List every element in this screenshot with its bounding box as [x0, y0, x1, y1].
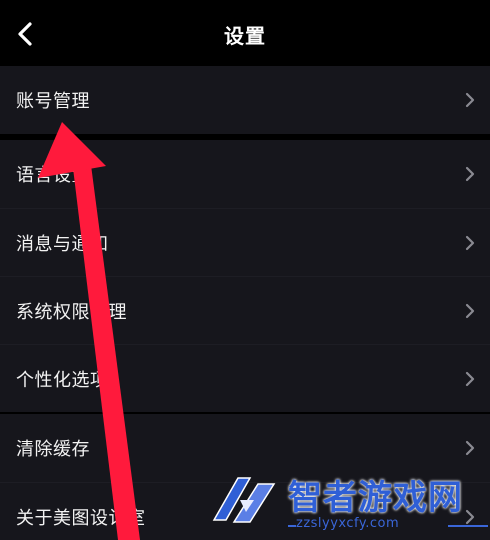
row-label: 系统权限管理 — [16, 301, 127, 323]
settings-section-general: 语言设置 消息与通知 系统权限管理 个性化选项 — [0, 140, 490, 412]
watermark: 智者游戏网 zzslyyxcfy.com — [210, 468, 490, 540]
page-title: 设置 — [224, 24, 266, 48]
settings-row-account-management[interactable]: 账号管理 — [0, 66, 490, 134]
row-label: 消息与通知 — [16, 233, 109, 255]
settings-screen: 设置 账号管理 语言设置 消息与通知 系统权限管理 个性化选项 清除缓存 关于美… — [0, 0, 490, 540]
settings-row-system-permissions[interactable]: 系统权限管理 — [0, 276, 490, 344]
chevron-right-icon — [465, 303, 475, 318]
chevron-right-icon — [465, 371, 475, 386]
watermark-line-right — [448, 525, 488, 527]
settings-row-personalization[interactable]: 个性化选项 — [0, 344, 490, 412]
row-label: 语言设置 — [16, 165, 90, 186]
settings-section-account: 账号管理 — [0, 66, 490, 134]
row-label: 个性化选项 — [16, 369, 109, 391]
chevron-right-icon — [465, 440, 475, 456]
chevron-right-icon — [465, 166, 475, 182]
settings-row-notifications[interactable]: 消息与通知 — [0, 208, 490, 276]
watermark-url: zzslyyxcfy.com — [296, 516, 400, 531]
chevron-right-icon — [465, 92, 475, 108]
watermark-title: 智者游戏网 — [288, 478, 463, 518]
chevron-right-icon — [465, 235, 475, 250]
row-label: 关于美图设计室 — [16, 507, 146, 529]
header-bar: 设置 — [0, 0, 490, 66]
row-label: 清除缓存 — [16, 439, 90, 460]
row-label: 账号管理 — [16, 91, 90, 112]
watermark-line-left — [288, 525, 296, 527]
settings-row-language[interactable]: 语言设置 — [0, 140, 490, 208]
watermark-logo-icon — [212, 477, 276, 523]
